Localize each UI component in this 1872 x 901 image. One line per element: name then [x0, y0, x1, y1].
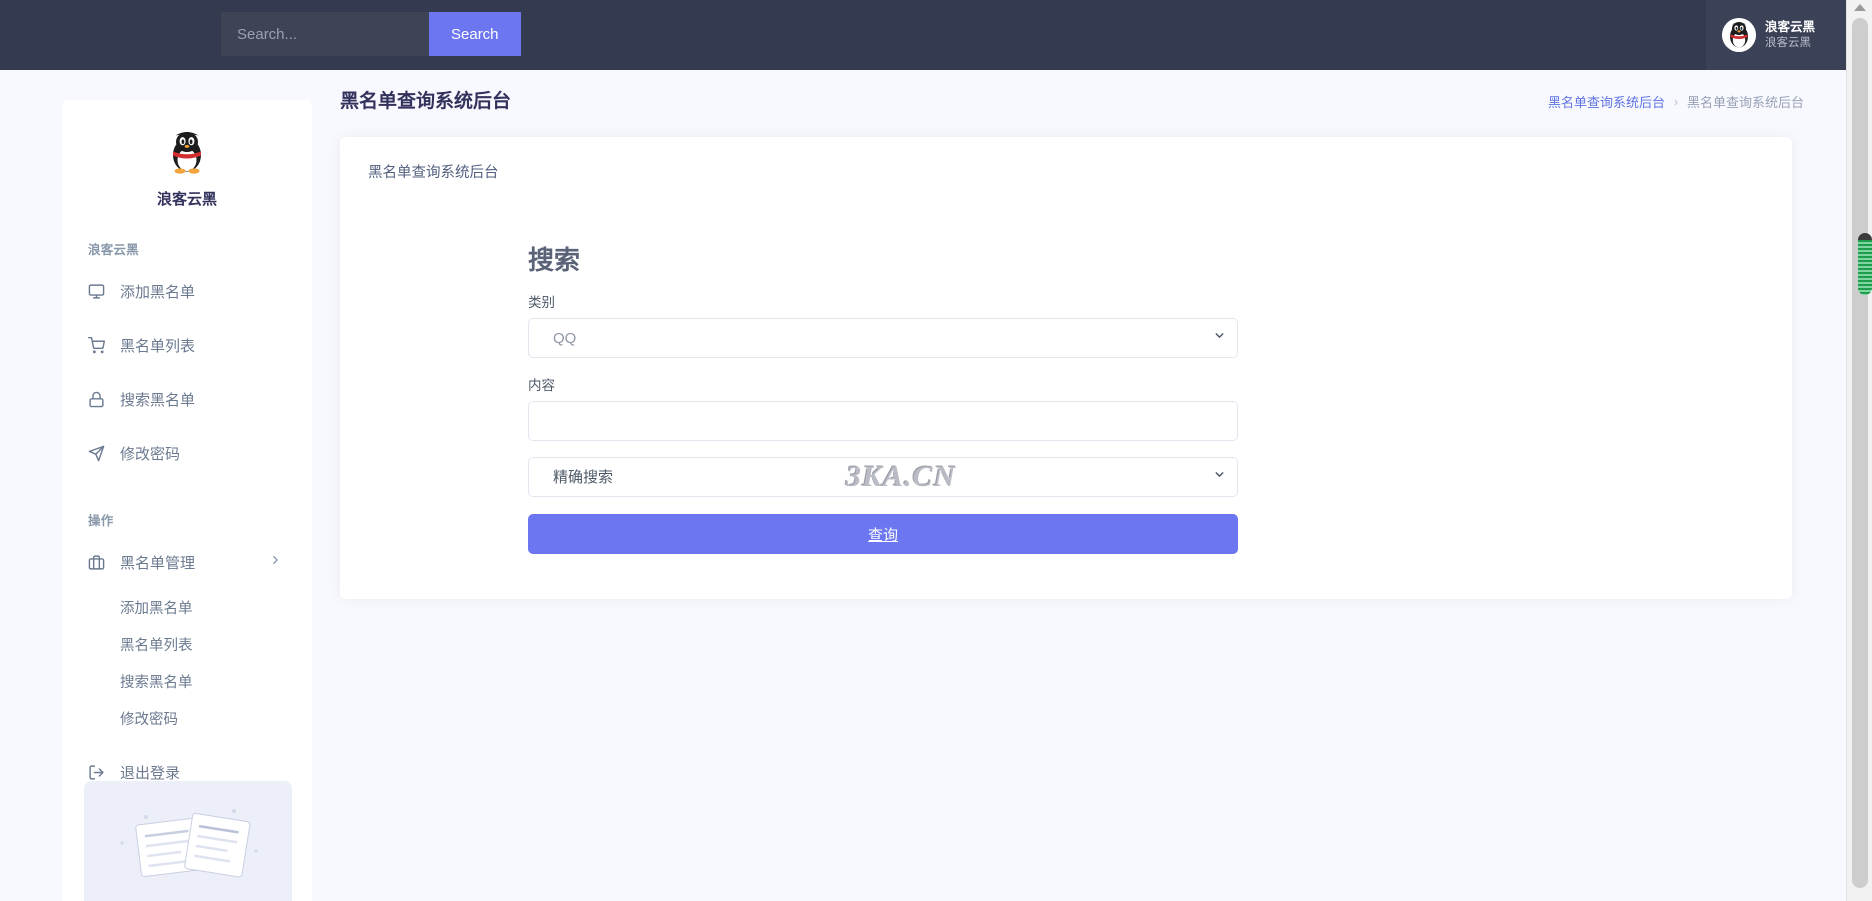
chevron-right-icon: ›	[1674, 95, 1678, 109]
sidebar-item-label: 搜索黑名单	[120, 389, 195, 410]
sidebar-subitem-search-blacklist[interactable]: 搜索黑名单	[62, 663, 312, 700]
card-header: 黑名单查询系统后台	[340, 137, 1792, 182]
content-card: 黑名单查询系统后台 搜索 类别 QQ 内容 精确搜索	[340, 137, 1792, 599]
sidebar-brand-name: 浪客云黑	[157, 188, 217, 209]
sidebar-item-blacklist-list[interactable]: 黑名单列表	[62, 318, 312, 372]
sidebar-section-heading-two: 操作	[88, 510, 312, 529]
sidebar-item-label: 添加黑名单	[120, 281, 195, 302]
category-label: 类别	[528, 291, 1238, 311]
page-header: 黑名单查询系统后台 黑名单查询系统后台 › 黑名单查询系统后台	[312, 70, 1846, 120]
sidebar-subitem-change-password[interactable]: 修改密码	[62, 700, 312, 737]
submit-query-button[interactable]: 查询	[528, 514, 1238, 554]
sidebar-subitem-label: 黑名单列表	[120, 634, 193, 655]
scrollbar-thumb[interactable]	[1858, 233, 1872, 295]
page-scrollbar[interactable]	[1846, 0, 1872, 901]
briefcase-icon	[88, 554, 114, 571]
sidebar-group-label: 黑名单管理	[120, 552, 195, 573]
sidebar-item-label: 黑名单列表	[120, 335, 195, 356]
sidebar: 浪客云黑 浪客云黑 添加黑名单 黑名单列表 搜索黑名单	[62, 100, 312, 901]
category-select-wrapper: QQ	[528, 318, 1238, 358]
sidebar-item-change-password[interactable]: 修改密码	[62, 426, 312, 480]
search-form: 搜索 类别 QQ 内容 精确搜索	[528, 240, 1238, 554]
sidebar-subitem-blacklist-list[interactable]: 黑名单列表	[62, 626, 312, 663]
sidebar-brand[interactable]: 浪客云黑	[62, 100, 312, 209]
breadcrumb: 黑名单查询系统后台 › 黑名单查询系统后台	[1548, 92, 1804, 111]
sidebar-item-add-blacklist[interactable]: 添加黑名单	[62, 264, 312, 318]
scroll-up-arrow-icon[interactable]	[1854, 4, 1866, 11]
category-select[interactable]: QQ	[528, 318, 1238, 358]
breadcrumb-root[interactable]: 黑名单查询系统后台	[1548, 92, 1665, 111]
lock-icon	[88, 391, 114, 408]
sidebar-group-blacklist-management[interactable]: 黑名单管理	[62, 535, 312, 589]
main-content: 黑名单查询系统后台 黑名单查询系统后台 › 黑名单查询系统后台 黑名单查询系统后…	[312, 70, 1846, 901]
mode-select-wrapper: 精确搜索 3KA.CN	[528, 457, 1238, 497]
page-title: 黑名单查询系统后台	[340, 86, 511, 113]
scrollbar-track[interactable]	[1852, 18, 1868, 888]
chevron-right-icon	[269, 554, 282, 571]
document-illustration	[84, 781, 292, 901]
mode-select[interactable]: 精确搜索	[528, 457, 1238, 497]
qq-penguin-logo	[162, 126, 212, 176]
sidebar-subitem-add-blacklist[interactable]: 添加黑名单	[62, 589, 312, 626]
user-menu[interactable]: 浪客云黑 浪客云黑	[1706, 0, 1846, 70]
user-subtitle: 浪客云黑	[1765, 36, 1815, 50]
search-input[interactable]	[221, 12, 429, 56]
breadcrumb-current: 黑名单查询系统后台	[1687, 92, 1804, 111]
top-navigation-bar: Search 浪客云黑 浪客云黑	[0, 0, 1846, 70]
send-icon	[88, 445, 114, 462]
sidebar-section-heading-one: 浪客云黑	[88, 239, 312, 258]
cart-icon	[88, 337, 114, 354]
content-label: 内容	[528, 374, 1238, 394]
sidebar-promo-card	[84, 781, 292, 901]
sidebar-item-label: 修改密码	[120, 443, 180, 464]
desktop-icon	[88, 283, 114, 300]
top-search-form: Search	[221, 12, 521, 56]
logout-icon	[88, 764, 114, 781]
user-display-name: 浪客云黑	[1765, 20, 1815, 36]
content-input[interactable]	[528, 401, 1238, 441]
user-meta: 浪客云黑 浪客云黑	[1765, 20, 1815, 50]
sidebar-subitem-label: 添加黑名单	[120, 597, 193, 618]
qq-penguin-avatar	[1722, 18, 1756, 52]
sidebar-subitem-label: 搜索黑名单	[120, 671, 193, 692]
sidebar-subitem-label: 修改密码	[120, 708, 178, 729]
form-title: 搜索	[528, 240, 1238, 277]
sidebar-item-search-blacklist[interactable]: 搜索黑名单	[62, 372, 312, 426]
search-button[interactable]: Search	[429, 12, 521, 56]
sidebar-item-label: 退出登录	[120, 762, 180, 783]
